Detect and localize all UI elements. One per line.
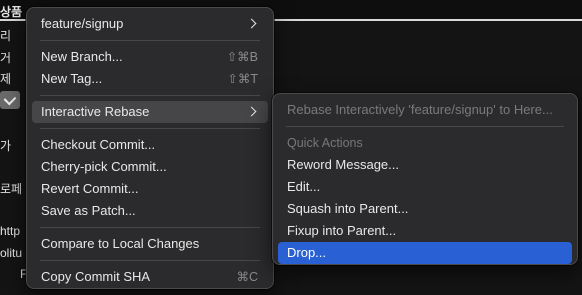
menu-item-label: Fixup into Parent... <box>287 223 397 238</box>
shortcut-label: ⇧⌘B <box>226 50 258 64</box>
chevron-right-icon <box>246 13 258 35</box>
menu-item-copy-sha[interactable]: Copy Commit SHA ⌘C <box>32 266 268 288</box>
menu-item-new-branch[interactable]: New Branch... ⇧⌘B <box>32 46 268 68</box>
menu-separator <box>32 222 268 233</box>
menu-separator <box>278 121 572 132</box>
menu-item-new-tag[interactable]: New Tag... ⇧⌘T <box>32 68 268 90</box>
commit-context-menu: feature/signup New Branch... ⇧⌘B New Tag… <box>26 7 274 289</box>
menu-item-reword-message[interactable]: Reword Message... <box>278 154 572 176</box>
background-text: olitu <box>0 246 23 260</box>
menu-item-checkout-commit[interactable]: Checkout Commit... <box>32 134 268 156</box>
menu-item-drop[interactable]: Drop... <box>278 242 572 264</box>
menu-separator <box>32 123 268 134</box>
menu-item-label: Checkout Commit... <box>41 137 156 152</box>
shortcut-label: ⇧⌘T <box>227 72 258 86</box>
background-checkbox-icon <box>0 91 20 109</box>
menu-item-label: Edit... <box>287 179 321 194</box>
menu-item-edit[interactable]: Edit... <box>278 176 572 198</box>
menu-item-cherry-pick[interactable]: Cherry-pick Commit... <box>32 156 268 178</box>
quick-actions-section-label: Quick Actions <box>287 136 363 150</box>
menu-item-label: Revert Commit... <box>41 181 139 196</box>
background-text: 제 <box>0 72 12 86</box>
menu-item-label: Reword Message... <box>287 157 399 172</box>
background-text: http <box>0 224 21 238</box>
menu-item-compare-local[interactable]: Compare to Local Changes <box>32 233 268 255</box>
menu-item-squash-parent[interactable]: Squash into Parent... <box>278 198 572 220</box>
menu-item-label: Copy Commit SHA <box>41 269 151 284</box>
menu-item-label: New Branch... <box>41 49 123 64</box>
menu-separator <box>32 90 268 101</box>
background-text: 리 <box>0 29 12 43</box>
menu-separator <box>32 35 268 46</box>
background-text: 가 <box>0 139 12 153</box>
menu-item-label: Save as Patch... <box>41 203 136 218</box>
menu-item-interactive-rebase[interactable]: Interactive Rebase <box>32 101 268 123</box>
menu-item-label: feature/signup <box>41 16 124 31</box>
background-text: 로페 <box>0 182 23 196</box>
menu-item-label: Drop... <box>287 245 327 260</box>
menu-item-label: Cherry-pick Commit... <box>41 159 167 174</box>
chevron-right-icon <box>246 101 258 123</box>
shortcut-label: ⌘C <box>236 270 258 284</box>
menu-item-revert-commit[interactable]: Revert Commit... <box>32 178 268 200</box>
menu-item-label: Interactive Rebase <box>41 104 150 119</box>
menu-item-label: New Tag... <box>41 71 103 86</box>
menu-item-branch[interactable]: feature/signup <box>32 13 268 35</box>
menu-item-label: Rebase Interactively 'feature/signup' to… <box>287 102 553 117</box>
interactive-rebase-submenu: Rebase Interactively 'feature/signup' to… <box>272 93 578 265</box>
background-text: 거 <box>0 51 12 65</box>
app-window: 상품 ∶ 리 거 제 가 로페 http olitu F feature/sig… <box>0 0 582 295</box>
menu-item-label: Squash into Parent... <box>287 201 409 216</box>
menu-item-rebase-interactively[interactable]: Rebase Interactively 'feature/signup' to… <box>278 99 572 121</box>
menu-separator <box>32 255 268 266</box>
menu-item-fixup-parent[interactable]: Fixup into Parent... <box>278 220 572 242</box>
menu-item-save-patch[interactable]: Save as Patch... <box>32 200 268 222</box>
menu-item-label: Compare to Local Changes <box>41 236 200 251</box>
